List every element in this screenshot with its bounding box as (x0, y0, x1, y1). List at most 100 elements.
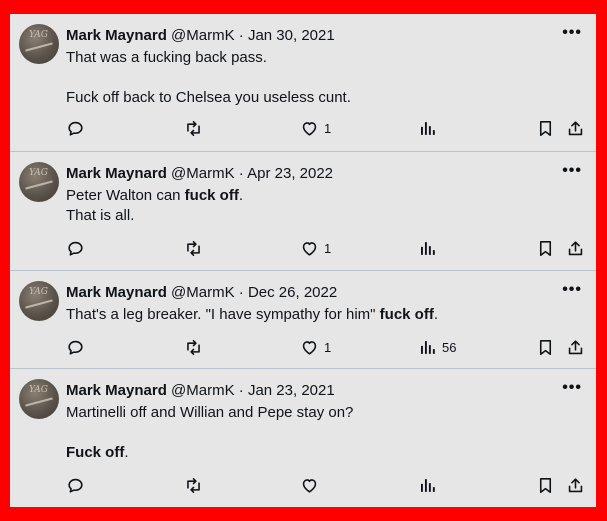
tweet[interactable]: YAG Mark Maynard @MarmK · Apr 23, 2022 •… (10, 152, 596, 271)
text-emphasis: fuck off (184, 187, 239, 204)
tweet-text: Peter Walton can fuck off. That is all. (66, 186, 243, 226)
more-options-icon[interactable]: ••• (562, 379, 582, 397)
bookmark-button[interactable] (536, 119, 555, 138)
views-icon (421, 122, 435, 135)
tweet-text: That's a leg breaker. "I have sympathy f… (66, 305, 438, 325)
more-options-icon[interactable]: ••• (562, 281, 582, 299)
avatar[interactable]: YAG (19, 162, 59, 202)
tweet[interactable]: YAG Mark Maynard @MarmK · Jan 23, 2021 •… (10, 369, 596, 507)
text-segment: . (433, 306, 438, 323)
avatar[interactable]: YAG (19, 379, 59, 419)
like-button[interactable] (300, 476, 324, 495)
views-icon (421, 242, 435, 255)
author-handle[interactable]: @MarmK (171, 27, 235, 44)
author-name[interactable]: Mark Maynard (66, 27, 167, 44)
separator-dot: · (238, 382, 244, 399)
like-count: 1 (324, 241, 332, 256)
views-icon (421, 479, 435, 492)
retweet-button[interactable] (184, 119, 203, 138)
reply-icon (68, 478, 83, 493)
text-segment: . (124, 444, 129, 461)
retweet-icon (187, 477, 200, 494)
share-button[interactable] (566, 119, 585, 138)
views-button[interactable] (418, 119, 442, 138)
tweet-header: Mark Maynard @MarmK · Apr 23, 2022 (66, 164, 333, 184)
share-button[interactable] (566, 476, 585, 495)
tweet-actions: 1 (66, 239, 586, 261)
bookmark-button[interactable] (536, 476, 555, 495)
like-icon (302, 242, 317, 256)
share-icon (568, 340, 583, 355)
share-icon (568, 478, 583, 493)
like-button[interactable]: 1 (300, 239, 331, 258)
reply-icon (68, 340, 83, 355)
reply-button[interactable] (66, 239, 85, 258)
retweet-button[interactable] (184, 239, 203, 258)
tweet-actions: 1 56 (66, 338, 586, 360)
text-segment: Martinelli off and Willian and Pepe stay… (66, 404, 354, 421)
tweet-date[interactable]: Jan 30, 2021 (248, 27, 335, 44)
bookmark-icon (539, 477, 552, 494)
tweet-header: Mark Maynard @MarmK · Jan 30, 2021 (66, 26, 335, 46)
bookmark-icon (539, 120, 552, 137)
like-count: 1 (324, 121, 332, 136)
bookmark-icon (539, 240, 552, 257)
views-icon (421, 341, 435, 354)
reply-button[interactable] (66, 476, 85, 495)
tweet-actions (66, 476, 586, 498)
retweet-icon (187, 339, 200, 356)
views-button[interactable]: 56 (418, 338, 456, 357)
tweet-header: Mark Maynard @MarmK · Jan 23, 2021 (66, 381, 335, 401)
author-name[interactable]: Mark Maynard (66, 165, 167, 182)
text-segment: That's a leg breaker. "I have sympathy f… (66, 306, 380, 323)
avatar[interactable]: YAG (19, 281, 59, 321)
like-count: 1 (324, 340, 332, 355)
retweet-button[interactable] (184, 338, 203, 357)
text-segment: Peter Walton can (66, 187, 185, 204)
views-button[interactable] (418, 476, 442, 495)
tweet[interactable]: YAG Mark Maynard @MarmK · Jan 30, 2021 •… (10, 14, 596, 152)
author-handle[interactable]: @MarmK (171, 165, 235, 182)
tweet-date[interactable]: Jan 23, 2021 (248, 382, 335, 399)
like-button[interactable]: 1 (300, 338, 331, 357)
text-emphasis: Fuck off (66, 444, 125, 461)
share-button[interactable] (566, 239, 585, 258)
tweet-text: Martinelli off and Willian and Pepe stay… (66, 403, 353, 463)
like-icon (302, 122, 317, 136)
more-options-icon[interactable]: ••• (562, 24, 582, 42)
share-icon (568, 121, 583, 136)
tweet-date[interactable]: Dec 26, 2022 (248, 284, 337, 301)
reply-button[interactable] (66, 119, 85, 138)
tweet-date[interactable]: Apr 23, 2022 (247, 165, 333, 182)
like-button[interactable]: 1 (300, 119, 331, 138)
separator-dot: · (238, 27, 244, 44)
separator-dot: · (238, 284, 244, 301)
author-handle[interactable]: @MarmK (171, 382, 235, 399)
views-count: 56 (442, 340, 457, 355)
share-icon (568, 241, 583, 256)
retweet-icon (187, 240, 200, 257)
more-options-icon[interactable]: ••• (562, 162, 582, 180)
tweet-actions: 1 (66, 119, 586, 141)
like-icon (302, 341, 317, 355)
tweet[interactable]: YAG Mark Maynard @MarmK · Dec 26, 2022 •… (10, 271, 596, 369)
tweet-text: That was a fucking back pass. Fuck off b… (66, 49, 351, 106)
bookmark-button[interactable] (536, 338, 555, 357)
tweet-header: Mark Maynard @MarmK · Dec 26, 2022 (66, 283, 337, 303)
share-button[interactable] (566, 338, 585, 357)
retweet-icon (187, 120, 200, 137)
author-name[interactable]: Mark Maynard (66, 284, 167, 301)
reply-button[interactable] (66, 338, 85, 357)
retweet-button[interactable] (184, 476, 203, 495)
reply-icon (68, 121, 83, 136)
reply-icon (68, 241, 83, 256)
text-emphasis: fuck off (379, 306, 434, 323)
like-icon (302, 479, 317, 493)
avatar[interactable]: YAG (19, 24, 59, 64)
bookmark-button[interactable] (536, 239, 555, 258)
bookmark-icon (539, 339, 552, 356)
views-button[interactable] (418, 239, 442, 258)
separator-dot: · (238, 165, 244, 182)
author-handle[interactable]: @MarmK (171, 284, 235, 301)
author-name[interactable]: Mark Maynard (66, 382, 167, 399)
